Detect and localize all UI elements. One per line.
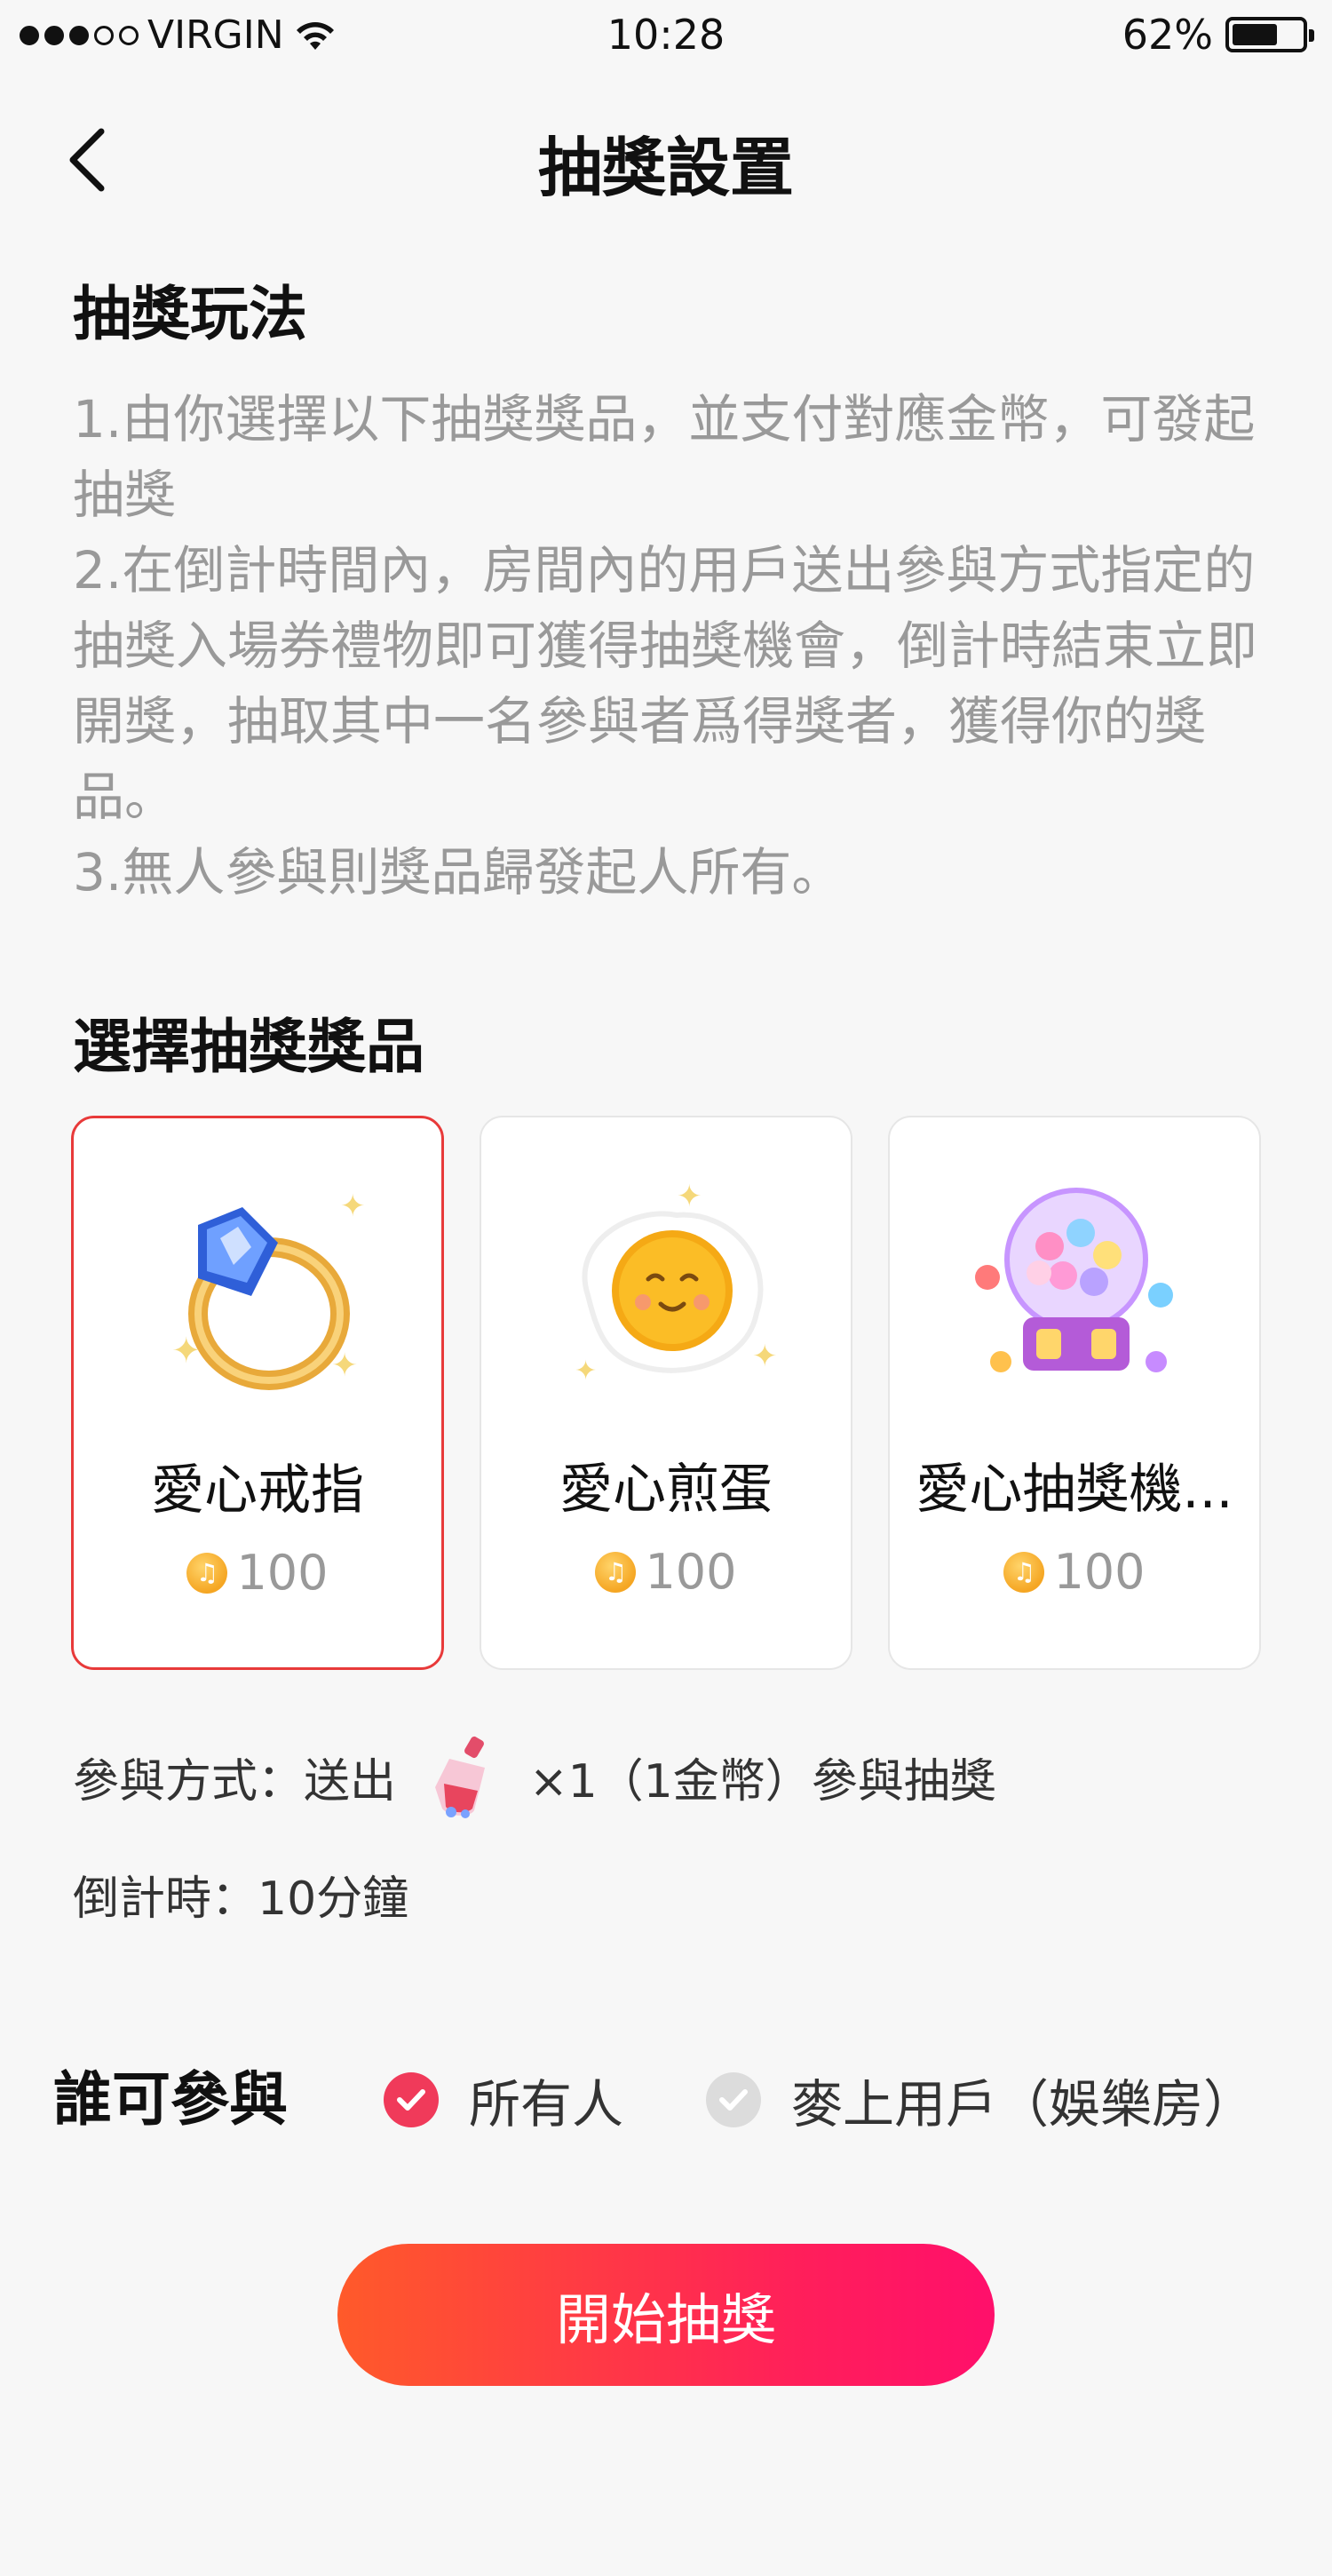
status-bar: VIRGIN 10:28 62% (0, 0, 1332, 75)
prize-card-gacha[interactable]: 愛心抽獎機... ♫ 100 (888, 1116, 1261, 1670)
audience-label: 誰可參與 (53, 2065, 288, 2134)
ring-icon: ✦ ✦ ✦ (171, 1189, 366, 1390)
rule-line: 1.由你選擇以下抽獎獎品，並支付對應金幣，可發起抽獎 (73, 389, 1256, 525)
gacha-machine-icon (975, 1188, 1173, 1372)
page-title: 抽獎設置 (537, 131, 794, 205)
countdown-text: 倒計時：10分鐘 (73, 1872, 409, 1926)
audience-option-label: 麥上用戶（娛樂房） (791, 2074, 1256, 2135)
start-lottery-button[interactable]: 開始抽獎 (337, 2244, 995, 2386)
nav-bar: 抽獎設置 (0, 107, 1332, 205)
participation-prefix: 參與方式：送出 (73, 1754, 397, 1809)
fried-egg-icon: ✦ ✦ ✦ (575, 1179, 778, 1387)
battery-percent: 62% (1122, 11, 1213, 59)
prize-price-value: 100 (236, 1545, 329, 1601)
rule-line: 3.無人參與則獎品歸發起人所有。 (73, 842, 844, 902)
svg-text:✦: ✦ (331, 1348, 358, 1384)
rule-line: 2.在倒計時間內，房間內的用戶送出參與方式指定的抽獎入場券禮物即可獲得抽獎機會，… (73, 540, 1258, 827)
battery-icon (1225, 17, 1314, 52)
prize-card-egg[interactable]: ✦ ✦ ✦ 愛心煎蛋 ♫ 100 (480, 1116, 852, 1670)
checked-circle-icon[interactable] (384, 2072, 439, 2127)
coin-icon: ♫ (1003, 1551, 1045, 1593)
svg-text:✦: ✦ (752, 1339, 778, 1374)
status-right: 62% (1122, 11, 1314, 59)
participation-suffix: ×1（1金幣）參與抽獎 (529, 1754, 996, 1809)
countdown: 倒計時：10分鐘 (73, 1861, 408, 1928)
prize-name: 愛心抽獎機... (916, 1459, 1233, 1521)
coin-icon: ♫ (186, 1552, 228, 1594)
participation-method: 參與方式：送出 ×1（1金幣）參與抽獎 (73, 1732, 996, 1821)
prize-price: ♫ 100 (74, 1545, 441, 1601)
prize-price: ♫ 100 (890, 1544, 1259, 1600)
svg-text:✦: ✦ (171, 1331, 202, 1371)
coin-icon: ♫ (595, 1551, 637, 1593)
rules-title: 抽獎玩法 (73, 280, 307, 348)
prize-price-value: 100 (645, 1544, 737, 1600)
svg-text:✦: ✦ (340, 1189, 366, 1224)
unchecked-circle-icon[interactable] (706, 2072, 761, 2127)
prize-name: 愛心煎蛋 (559, 1459, 773, 1521)
audience-option-everyone[interactable]: 所有人 (384, 2063, 623, 2137)
prize-list: ✦ ✦ ✦ 愛心戒指 ♫ 100 ✦ ✦ ✦ 愛心煎蛋 ♫ 100 愛心抽獎機.… (71, 1116, 1261, 1670)
prize-price-value: 100 (1053, 1544, 1146, 1600)
audience-option-label: 所有人 (469, 2074, 624, 2135)
svg-text:✦: ✦ (575, 1356, 597, 1387)
rules-text: 1.由你選擇以下抽獎獎品，並支付對應金幣，可發起抽獎 2.在倒計時間內，房間內的… (73, 382, 1280, 910)
prize-price: ♫ 100 (481, 1544, 851, 1600)
prize-card-ring[interactable]: ✦ ✦ ✦ 愛心戒指 ♫ 100 (71, 1116, 444, 1670)
prize-name: 愛心戒指 (151, 1459, 364, 1522)
svg-text:✦: ✦ (677, 1179, 702, 1214)
audience-option-mic-users[interactable]: 麥上用戶（娛樂房） (706, 2063, 1255, 2137)
bottle-gift-icon (435, 1736, 486, 1818)
prize-section-title: 選擇抽獎獎品 (73, 1013, 424, 1081)
